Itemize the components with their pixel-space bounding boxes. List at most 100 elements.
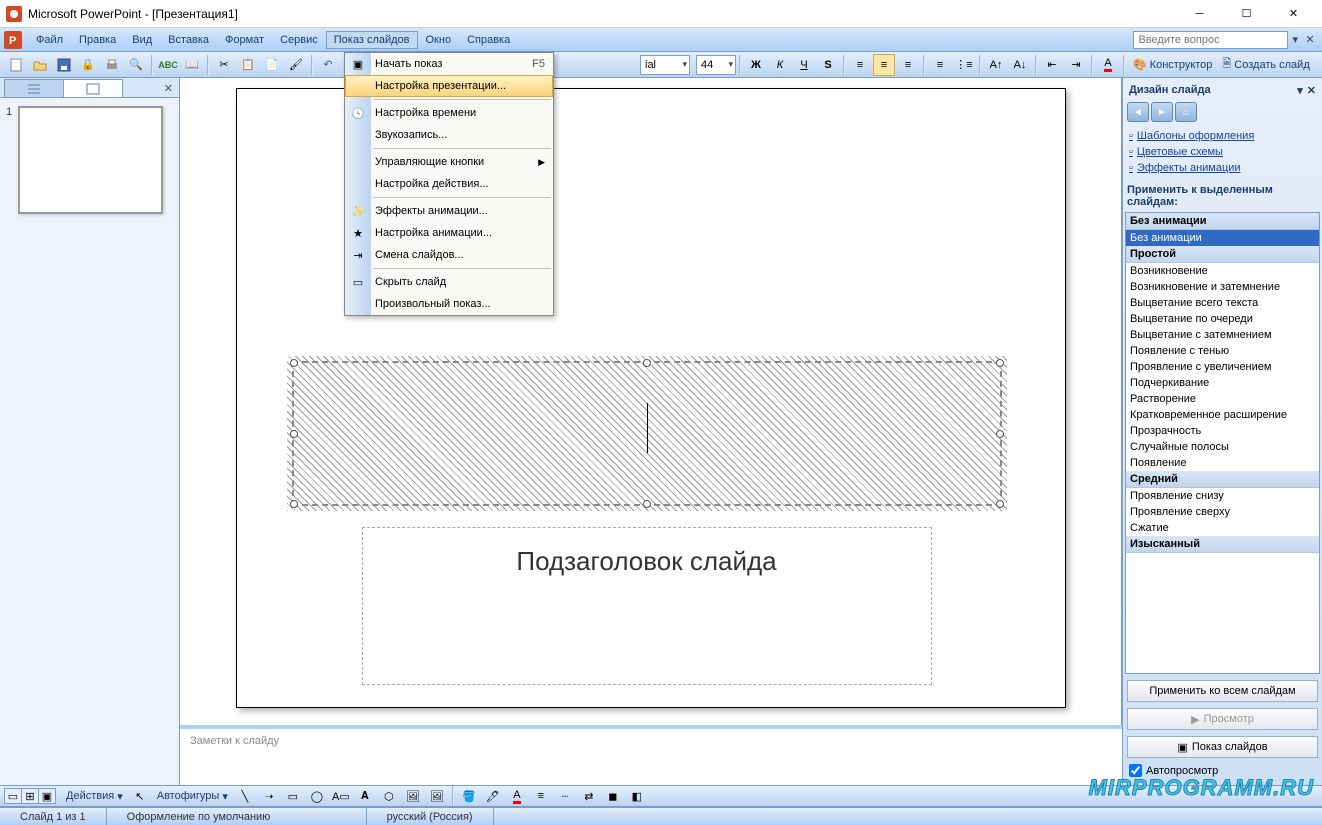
- thumbnail-item[interactable]: 1: [6, 106, 173, 214]
- font-size-combo[interactable]: 44: [696, 55, 736, 75]
- align-center-button[interactable]: ≡: [873, 54, 895, 76]
- thumbnail[interactable]: [18, 106, 163, 214]
- line-tool[interactable]: ╲: [234, 785, 256, 807]
- fill-color-tool[interactable]: 🪣: [458, 785, 480, 807]
- arrow-tool[interactable]: ➝: [258, 785, 280, 807]
- menu-hide-slide[interactable]: ▭ Скрыть слайд: [345, 271, 553, 293]
- numbering-button[interactable]: ≡: [929, 54, 951, 76]
- undo-button[interactable]: ↶: [317, 54, 339, 76]
- preview-button[interactable]: ▶Просмотр: [1127, 708, 1318, 730]
- spelling-button[interactable]: ABC: [157, 54, 179, 76]
- anim-item[interactable]: Подчеркивание: [1126, 375, 1319, 391]
- anim-item[interactable]: Появление с тенью: [1126, 343, 1319, 359]
- decrease-indent-button[interactable]: ⇤: [1041, 54, 1063, 76]
- anim-item[interactable]: Проявление сверху: [1126, 504, 1319, 520]
- cut-button[interactable]: ✂: [213, 54, 235, 76]
- textbox-tool[interactable]: A▭: [330, 785, 352, 807]
- menu-help[interactable]: Справка: [459, 31, 518, 49]
- font-color-button[interactable]: A: [1097, 54, 1119, 76]
- anim-item[interactable]: Выцветание всего текста: [1126, 295, 1319, 311]
- anim-item[interactable]: Кратковременное расширение: [1126, 407, 1319, 423]
- minimize-button[interactable]: ─: [1177, 3, 1222, 25]
- print-button[interactable]: [101, 54, 123, 76]
- preview-button[interactable]: 🔍: [125, 54, 147, 76]
- help-dropdown-icon[interactable]: ▾: [1292, 33, 1298, 46]
- design-button[interactable]: 🎨 Конструктор: [1128, 54, 1217, 76]
- menu-record-narration[interactable]: Звукозапись...: [345, 124, 553, 146]
- nav-forward-button[interactable]: ►: [1151, 102, 1173, 122]
- open-button[interactable]: [29, 54, 51, 76]
- arrow-style-tool[interactable]: ⇄: [578, 785, 600, 807]
- bold-button[interactable]: Ж: [745, 54, 767, 76]
- help-search-input[interactable]: [1133, 31, 1288, 49]
- copy-button[interactable]: 📋: [237, 54, 259, 76]
- anim-item[interactable]: Возникновение и затемнение: [1126, 279, 1319, 295]
- menu-custom-animation[interactable]: ★ Настройка анимации...: [345, 222, 553, 244]
- menu-file[interactable]: Файл: [28, 31, 71, 49]
- anim-item[interactable]: Выцветание с затемнением: [1126, 327, 1319, 343]
- nav-back-button[interactable]: ◄: [1127, 102, 1149, 122]
- decrease-font-button[interactable]: A↓: [1009, 54, 1031, 76]
- shadow-tool[interactable]: ◼: [602, 785, 624, 807]
- menu-setup-show[interactable]: Настройка презентации...: [345, 75, 553, 97]
- menu-action-settings[interactable]: Настройка действия...: [345, 173, 553, 195]
- menu-animation-effects[interactable]: ✨ Эффекты анимации...: [345, 200, 553, 222]
- select-tool[interactable]: ↖: [129, 785, 151, 807]
- nav-home-button[interactable]: ⌂: [1175, 102, 1197, 122]
- sorter-view-button[interactable]: ⊞: [21, 788, 39, 804]
- menu-tools[interactable]: Сервис: [272, 31, 326, 49]
- close-panel-button[interactable]: ✕: [158, 80, 179, 97]
- menu-start-show[interactable]: ▣ Начать показ F5: [345, 53, 553, 75]
- color-schemes-link[interactable]: ▫Цветовые схемы: [1127, 144, 1318, 160]
- anim-item[interactable]: Появление: [1126, 455, 1319, 471]
- menu-view[interactable]: Вид: [124, 31, 160, 49]
- align-left-button[interactable]: ≡: [849, 54, 871, 76]
- bullets-button[interactable]: ⋮≡: [953, 54, 975, 76]
- anim-item-none[interactable]: Без анимации: [1126, 230, 1319, 246]
- oval-tool[interactable]: ◯: [306, 785, 328, 807]
- paste-button[interactable]: 📄: [261, 54, 283, 76]
- save-button[interactable]: [53, 54, 75, 76]
- apply-all-button[interactable]: Применить ко всем слайдам: [1127, 680, 1318, 702]
- format-painter-button[interactable]: 🖌: [285, 54, 307, 76]
- underline-button[interactable]: Ч: [793, 54, 815, 76]
- wordart-tool[interactable]: 𝐀: [354, 785, 376, 807]
- menu-slideshow[interactable]: Показ слайдов: [326, 31, 418, 49]
- anim-item[interactable]: Прозрачность: [1126, 423, 1319, 439]
- close-button[interactable]: ✕: [1271, 3, 1316, 25]
- notes-pane[interactable]: Заметки к слайду: [180, 725, 1122, 785]
- research-button[interactable]: 📖: [181, 54, 203, 76]
- anim-item[interactable]: Проявление с увеличением: [1126, 359, 1319, 375]
- anim-item[interactable]: Сжатие: [1126, 520, 1319, 536]
- diagram-tool[interactable]: ⬡: [378, 785, 400, 807]
- thumbnail-list[interactable]: 1: [0, 98, 179, 785]
- slideshow-button[interactable]: ▣Показ слайдов: [1127, 736, 1318, 758]
- templates-link[interactable]: ▫Шаблоны оформления: [1127, 128, 1318, 144]
- picture-tool[interactable]: 🖼: [426, 785, 448, 807]
- shadow-button[interactable]: S: [817, 54, 839, 76]
- actions-menu[interactable]: Действия▾: [61, 785, 128, 807]
- permission-button[interactable]: 🔒: [77, 54, 99, 76]
- menu-custom-show[interactable]: Произвольный показ...: [345, 293, 553, 315]
- animation-list[interactable]: Без анимации Без анимации Простой Возник…: [1125, 212, 1320, 674]
- subtitle-placeholder[interactable]: Подзаголовок слайда: [362, 527, 932, 685]
- pane-dropdown-icon[interactable]: ▾: [1297, 84, 1303, 97]
- anim-item[interactable]: Случайные полосы: [1126, 439, 1319, 455]
- menu-slide-transition[interactable]: ⇥ Смена слайдов...: [345, 244, 553, 266]
- menu-action-buttons[interactable]: Управляющие кнопки ▶: [345, 151, 553, 173]
- menu-edit[interactable]: Правка: [71, 31, 124, 49]
- animation-effects-link[interactable]: ▫Эффекты анимации: [1127, 160, 1318, 176]
- font-color-tool[interactable]: A: [506, 785, 528, 807]
- anim-item[interactable]: Возникновение: [1126, 263, 1319, 279]
- menu-rehearse[interactable]: 🕓 Настройка времени: [345, 102, 553, 124]
- anim-item[interactable]: Выцветание по очереди: [1126, 311, 1319, 327]
- slideshow-view-button[interactable]: ▣: [38, 788, 56, 804]
- italic-button[interactable]: К: [769, 54, 791, 76]
- slide-canvas[interactable]: Подзаголовок слайда: [180, 78, 1122, 725]
- rectangle-tool[interactable]: ▭: [282, 785, 304, 807]
- maximize-button[interactable]: ☐: [1224, 3, 1269, 25]
- clipart-tool[interactable]: 🖼: [402, 785, 424, 807]
- align-right-button[interactable]: ≡: [897, 54, 919, 76]
- normal-view-button[interactable]: ▭: [4, 788, 22, 804]
- increase-indent-button[interactable]: ⇥: [1065, 54, 1087, 76]
